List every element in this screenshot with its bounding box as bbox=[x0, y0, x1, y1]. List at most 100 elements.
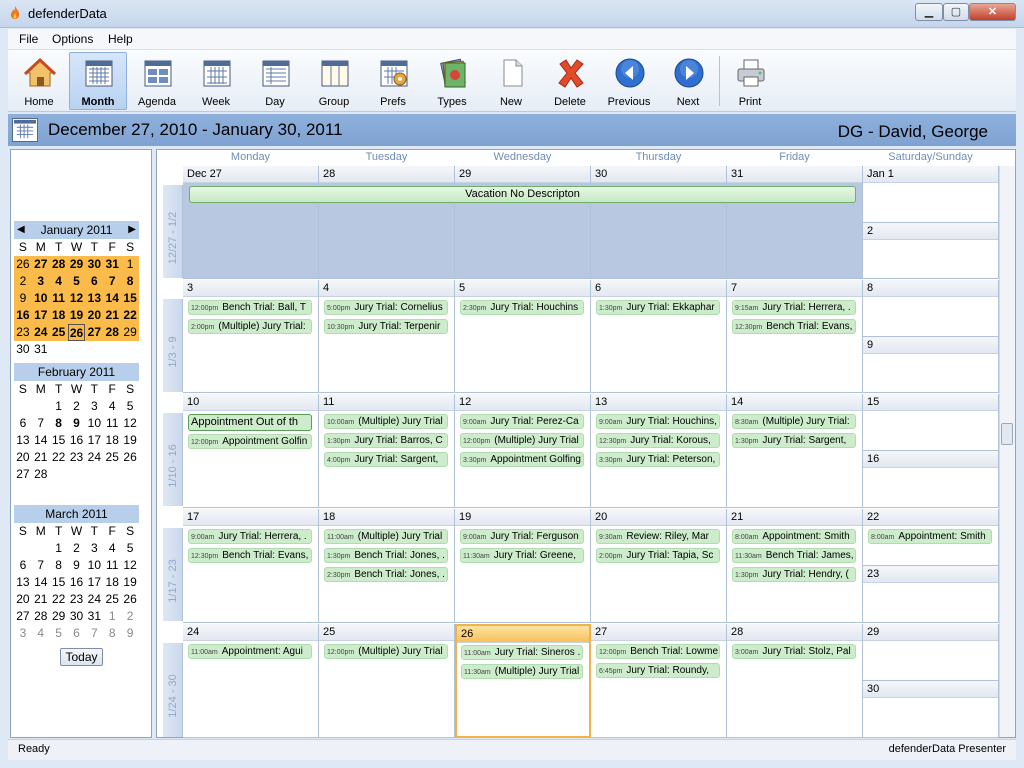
day-cell[interactable]: 7 9:15am Jury Trial: Herrera, . 12:30pm Be… bbox=[727, 280, 863, 393]
mini-day[interactable]: 4 bbox=[32, 625, 50, 642]
appointment[interactable]: 1:30pm Bench Trial: Jones, . bbox=[324, 548, 448, 563]
next-month-icon[interactable]: ▶ bbox=[128, 221, 136, 239]
appointment[interactable]: 11:00am Appointment: Agui bbox=[188, 644, 312, 659]
appointment[interactable]: 1:30pm Jury Trial: Barros, C bbox=[324, 433, 448, 448]
next-button[interactable]: Next bbox=[659, 52, 717, 110]
menu-help[interactable]: Help bbox=[108, 32, 133, 46]
mini-day[interactable]: 23 bbox=[68, 591, 86, 608]
day-cell[interactable]: 13 9:00am Jury Trial: Houchins, 12:30pm Ju… bbox=[591, 394, 727, 508]
day-cell[interactable]: 29 bbox=[455, 166, 591, 279]
appointment[interactable]: 9:00am Jury Trial: Houchins, bbox=[596, 414, 720, 429]
mini-day[interactable]: 2 bbox=[68, 540, 86, 557]
day-cell[interactable]: 19 9:00am Jury Trial: Ferguson 11:30am Jur… bbox=[455, 509, 591, 623]
mini-day-today[interactable]: 26 bbox=[67, 324, 86, 341]
mini-day[interactable]: 28 bbox=[49, 256, 68, 273]
day-cell-today[interactable]: 26 11:00am Jury Trial: Sineros . 11:30am(… bbox=[455, 624, 591, 738]
mini-day[interactable]: 27 bbox=[31, 256, 50, 273]
mini-day[interactable]: 25 bbox=[103, 449, 121, 466]
mini-day[interactable]: 17 bbox=[85, 432, 103, 449]
mini-day[interactable]: 10 bbox=[85, 415, 103, 432]
mini-day[interactable]: 27 bbox=[14, 466, 32, 483]
week-label[interactable]: 1/10 - 16 bbox=[163, 413, 183, 506]
day-cell-saturday[interactable]: Jan 1 bbox=[863, 166, 999, 223]
mini-day[interactable]: 7 bbox=[32, 415, 50, 432]
mini-day[interactable]: 5 bbox=[121, 398, 139, 415]
appointment[interactable]: 3:30pm Jury Trial: Peterson, bbox=[596, 452, 720, 467]
appointment[interactable]: 8:30am (Multiple) Jury Trial: bbox=[732, 414, 856, 429]
day-cell-sunday[interactable]: 16 bbox=[863, 451, 999, 508]
mini-day[interactable]: 15 bbox=[50, 432, 68, 449]
day-cell[interactable]: 30 bbox=[591, 166, 727, 279]
mini-day[interactable]: 12 bbox=[121, 557, 139, 574]
appointment[interactable]: 9:00am Jury Trial: Herrera, . bbox=[188, 529, 312, 544]
mini-day[interactable]: 16 bbox=[68, 432, 86, 449]
mini-day[interactable]: 3 bbox=[85, 398, 103, 415]
mini-day[interactable]: 8 bbox=[50, 415, 68, 432]
mini-day[interactable]: 31 bbox=[85, 608, 103, 625]
mini-day[interactable]: 6 bbox=[14, 557, 32, 574]
day-cell-saturday[interactable]: 22 8:00am Appointment: Smith bbox=[863, 509, 999, 566]
mini-day[interactable]: 25 bbox=[49, 324, 68, 341]
day-cell[interactable]: 3 12:00pm Bench Trial: Ball, T 2:00pm (Mul… bbox=[183, 280, 319, 393]
mini-day[interactable]: 2 bbox=[68, 398, 86, 415]
mini-day[interactable]: 24 bbox=[31, 324, 50, 341]
mini-day[interactable]: 9 bbox=[68, 415, 86, 432]
mini-day[interactable]: 31 bbox=[103, 256, 122, 273]
mini-day[interactable]: 17 bbox=[31, 307, 50, 324]
day-cell[interactable]: 27 12:00pm Bench Trial: Lowme 6:45pm Jury … bbox=[591, 624, 727, 738]
mini-day[interactable]: 5 bbox=[50, 625, 68, 642]
mini-day[interactable]: 7 bbox=[103, 273, 122, 290]
day-cell[interactable]: 20 9:30am Review: Riley, Mar 2:00pm Jury T… bbox=[591, 509, 727, 623]
day-cell-saturday[interactable]: 15 bbox=[863, 394, 999, 451]
mini-day[interactable]: 10 bbox=[31, 290, 50, 307]
day-cell-saturday[interactable]: 29 bbox=[863, 624, 999, 681]
mini-day[interactable]: 1 bbox=[103, 608, 121, 625]
week-label[interactable]: 1/3 - 9 bbox=[163, 299, 183, 392]
menu-file[interactable]: File bbox=[19, 32, 38, 46]
day-cell[interactable]: 28 bbox=[319, 166, 455, 279]
appointment[interactable]: Appointment Out of th bbox=[188, 414, 312, 431]
appointment[interactable]: 3:30pm Appointment Golfing bbox=[460, 452, 584, 467]
mini-day[interactable]: 8 bbox=[121, 273, 139, 290]
mini-day[interactable]: 1 bbox=[121, 256, 139, 273]
appointment[interactable]: 1:30pm Jury Trial: Sargent, bbox=[732, 433, 856, 448]
mini-day[interactable]: 3 bbox=[14, 625, 32, 642]
mini-day[interactable]: 21 bbox=[103, 307, 122, 324]
appointment[interactable]: 8:00am Appointment: Smith bbox=[732, 529, 856, 544]
mini-day[interactable]: 22 bbox=[121, 307, 139, 324]
day-cell-sunday[interactable]: 2 bbox=[863, 223, 999, 279]
mini-day[interactable]: 19 bbox=[121, 432, 139, 449]
appointment[interactable]: 2:00pm Jury Trial: Tapia, Sc bbox=[596, 548, 720, 563]
mini-day[interactable]: 18 bbox=[49, 307, 68, 324]
appointment[interactable]: 12:00pm Bench Trial: Lowme bbox=[596, 644, 720, 659]
mini-day[interactable]: 14 bbox=[32, 432, 50, 449]
mini-day[interactable]: 30 bbox=[85, 256, 104, 273]
mini-day[interactable]: 21 bbox=[32, 449, 50, 466]
prefs-button[interactable]: Prefs bbox=[364, 52, 422, 110]
mini-day[interactable]: 14 bbox=[103, 290, 122, 307]
vertical-scrollbar[interactable] bbox=[999, 166, 1015, 737]
mini-day[interactable]: 15 bbox=[121, 290, 139, 307]
day-cell-sunday[interactable]: 9 bbox=[863, 337, 999, 393]
mini-day[interactable]: 30 bbox=[14, 341, 32, 358]
mini-day[interactable]: 3 bbox=[31, 273, 50, 290]
mini-day[interactable]: 22 bbox=[50, 449, 68, 466]
day-cell[interactable]: 28 3:00am Jury Trial: Stolz, Pal bbox=[727, 624, 863, 738]
appointment[interactable]: 4:00pm Jury Trial: Sargent, bbox=[324, 452, 448, 467]
mini-day[interactable]: 19 bbox=[121, 574, 139, 591]
maximize-button[interactable]: ▢ bbox=[943, 3, 969, 21]
menu-options[interactable]: Options bbox=[52, 32, 93, 46]
appointment[interactable]: 1:30pm Jury Trial: Hendry, ( bbox=[732, 567, 856, 582]
mini-day[interactable]: 22 bbox=[50, 591, 68, 608]
mini-day[interactable]: 8 bbox=[50, 557, 68, 574]
mini-day[interactable]: 12 bbox=[67, 290, 86, 307]
day-cell[interactable]: 18 11:00am (Multiple) Jury Trial 1:30pm Be… bbox=[319, 509, 455, 623]
mini-day[interactable]: 8 bbox=[103, 625, 121, 642]
home-button[interactable]: Home bbox=[10, 52, 68, 110]
mini-day[interactable]: 20 bbox=[85, 307, 104, 324]
types-button[interactable]: Types bbox=[423, 52, 481, 110]
mini-day[interactable]: 6 bbox=[68, 625, 86, 642]
day-button[interactable]: Day bbox=[246, 52, 304, 110]
mini-day[interactable]: 2 bbox=[121, 608, 139, 625]
mini-day[interactable]: 23 bbox=[14, 324, 32, 341]
